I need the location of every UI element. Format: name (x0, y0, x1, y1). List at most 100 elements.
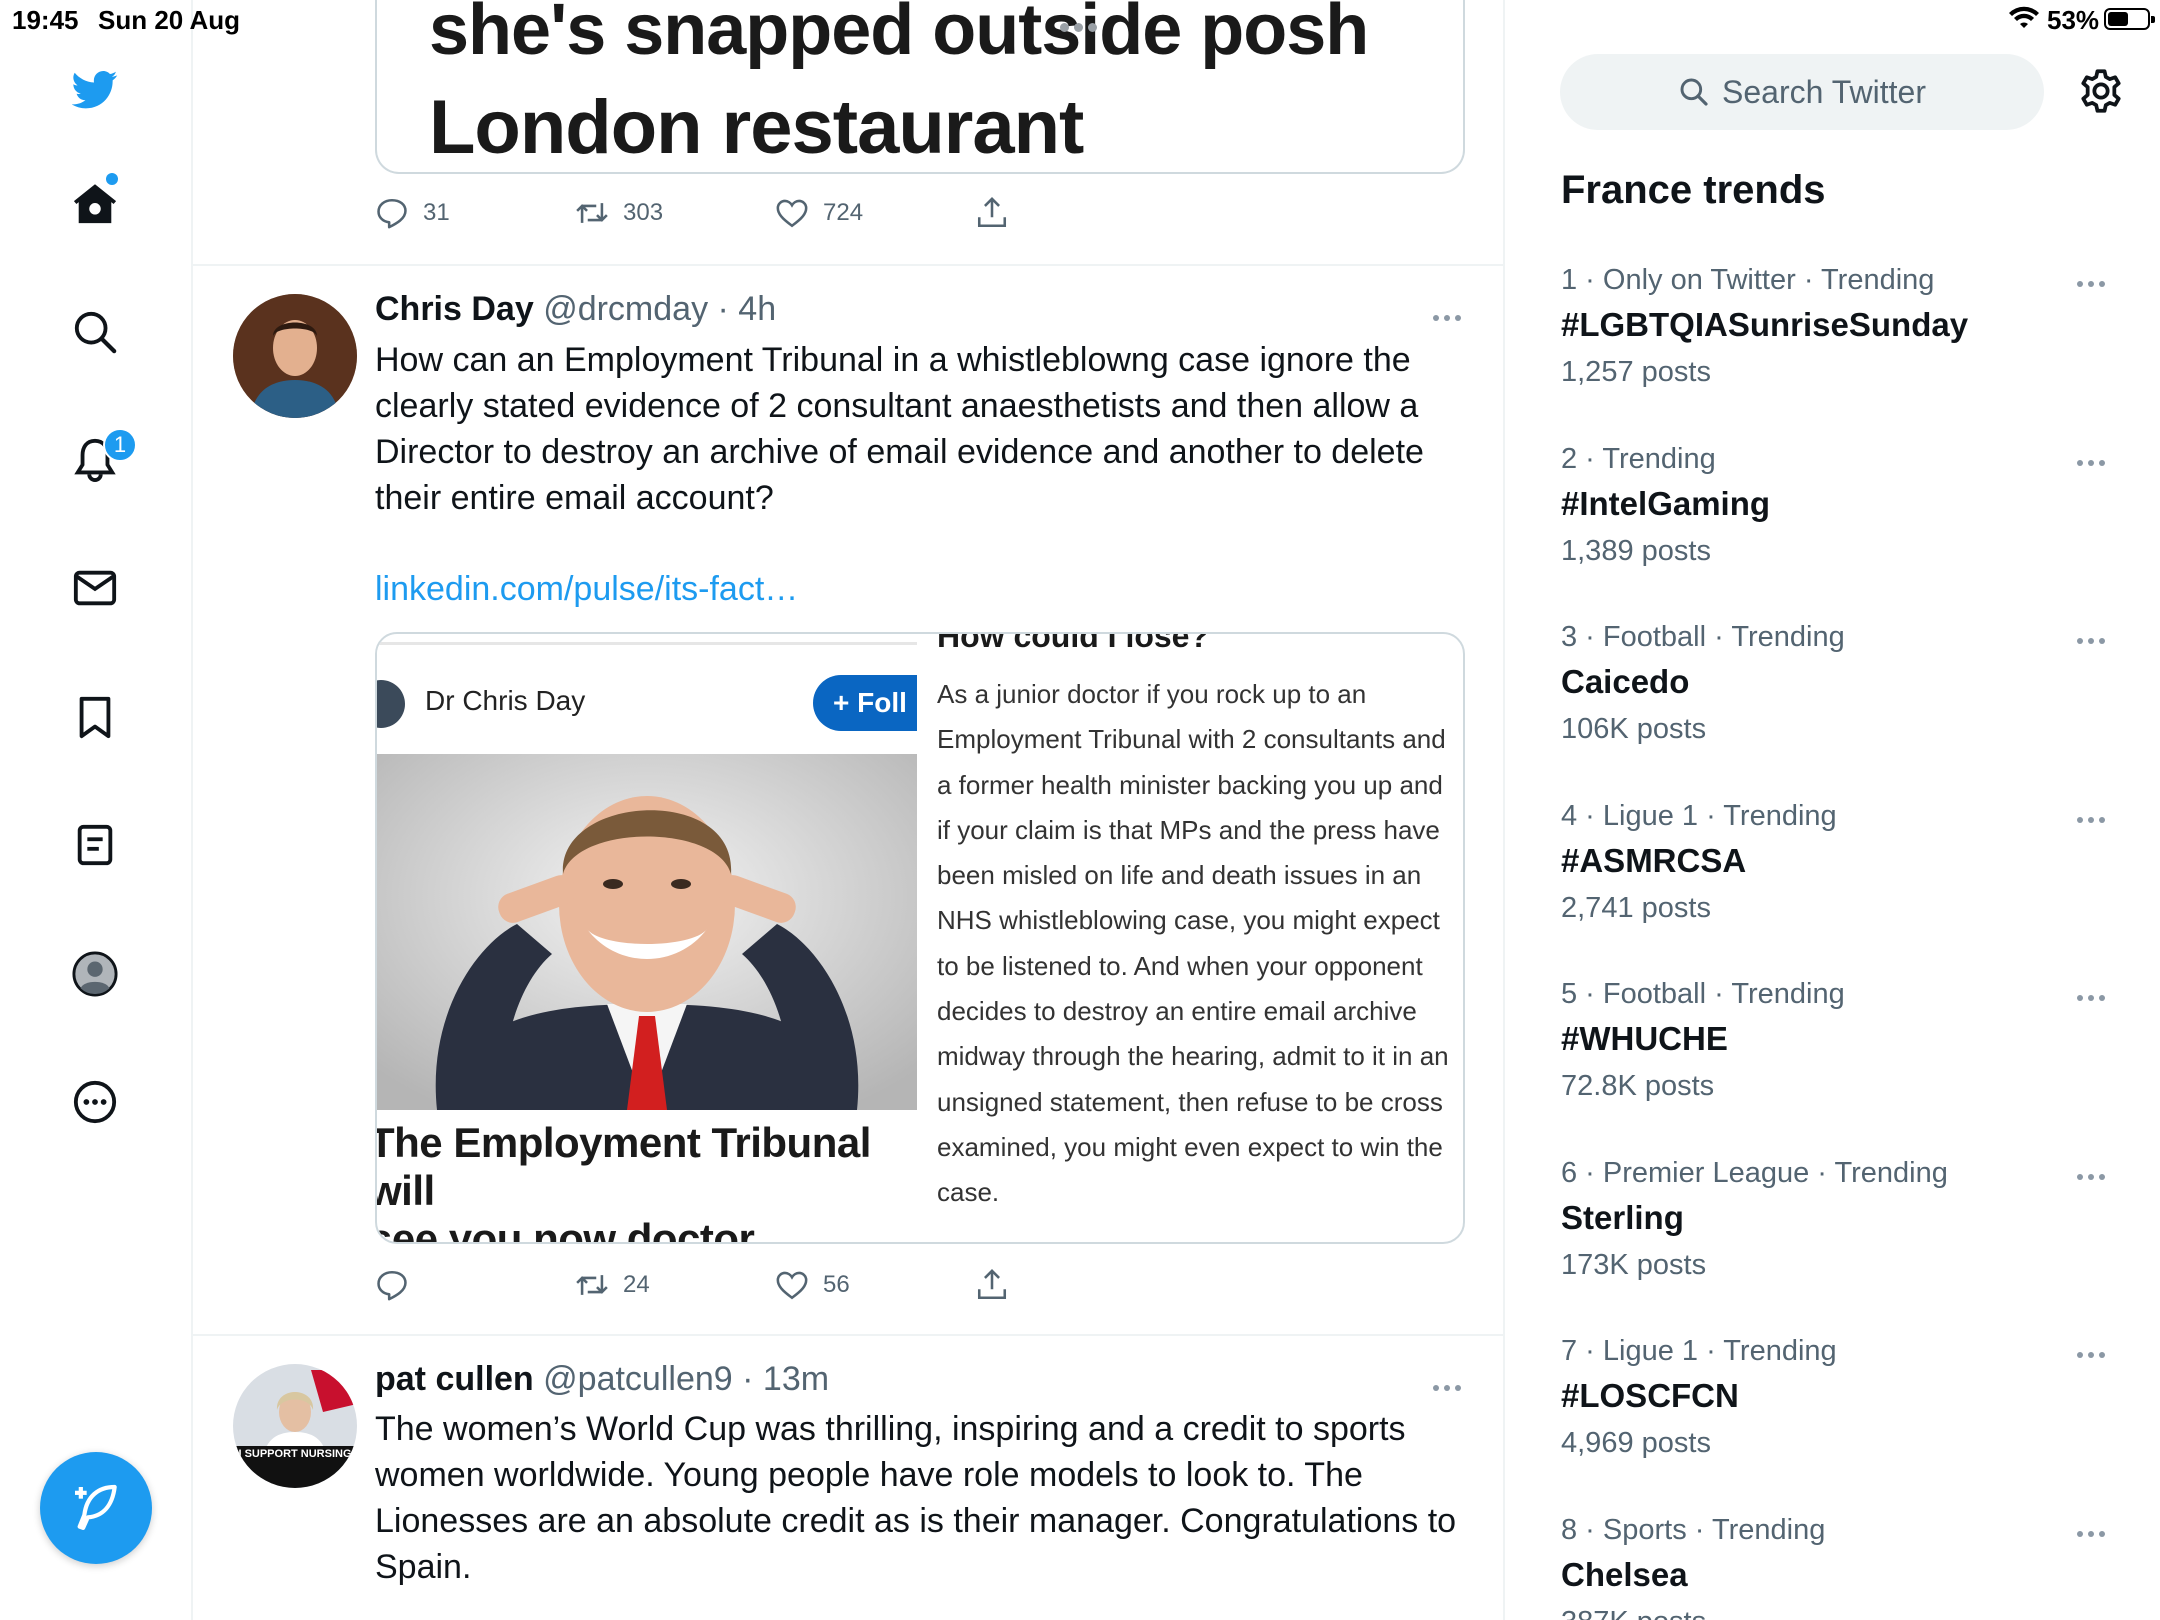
author-name[interactable]: Chris Day (375, 290, 534, 328)
like-count: 56 (823, 1271, 850, 1298)
retweet-icon (576, 203, 608, 223)
trend-item[interactable]: 1 · Only on Twitter · Trending #LGBTQIASu… (1561, 264, 2121, 434)
link-preview-card[interactable]: Dr Chris Day + Foll he Employment Tribun… (375, 632, 1465, 1244)
multitasking-handle[interactable] (1060, 8, 1106, 32)
trend-topic: #IntelGaming (1561, 484, 1771, 522)
trend-more-icon[interactable] (2077, 274, 2113, 287)
trend-topic: Chelsea (1561, 1555, 1688, 1593)
trend-meta: 8 · Sports · Trending (1561, 1513, 1826, 1546)
profile-icon[interactable] (66, 945, 124, 1003)
reply-button[interactable] (375, 1268, 409, 1302)
tweet-text: The women’s World Cup was thrilling, ins… (375, 1410, 1457, 1586)
share-icon (977, 1269, 1007, 1300)
trend-item[interactable]: 3 · Football · Trending Caicedo 106K posts (1561, 621, 2121, 791)
trend-meta: 2 · Trending (1561, 442, 1716, 475)
card-profile-row: Dr Chris Day + Foll (377, 642, 917, 762)
share-button[interactable] (975, 196, 1009, 230)
trend-more-icon[interactable] (2077, 1345, 2113, 1358)
mail-icon[interactable] (66, 559, 124, 617)
gear-icon (2081, 69, 2121, 113)
card-follow-button: + Foll (813, 675, 917, 731)
trend-item[interactable]: 2 · Trending #IntelGaming 1,389 posts (1561, 443, 2121, 613)
tweet-text: How can an Employment Tribunal in a whis… (375, 341, 1424, 517)
search-icon (1680, 78, 1708, 106)
home-unread-dot (106, 173, 118, 185)
trend-post-count: 2,741 posts (1561, 891, 1711, 924)
author-handle[interactable]: @patcullen9 (543, 1360, 733, 1398)
tweet-link[interactable]: linkedin.com/pulse/its-fact… (375, 570, 798, 609)
card-article-heading: How could I lose? (937, 634, 1210, 654)
settings-button[interactable] (2076, 66, 2126, 116)
avatar[interactable] (233, 294, 357, 418)
battery-percent: 53% (2047, 5, 2100, 35)
lists-icon[interactable] (66, 816, 124, 874)
trend-topic: #LGBTQIASunriseSunday (1561, 306, 1969, 343)
tweet-more-icon[interactable] (1433, 308, 1473, 328)
avatar[interactable]: I SUPPORT NURSING (233, 1364, 357, 1488)
trend-more-icon[interactable] (2077, 1167, 2113, 1180)
reply-count: 31 (423, 199, 450, 226)
like-button[interactable]: 56 (775, 1268, 850, 1302)
card-headline-line2: London restaurant (429, 85, 1084, 170)
more-icon[interactable] (66, 1073, 124, 1131)
compose-tweet-button[interactable] (40, 1452, 152, 1564)
trend-post-count: 387K posts (1561, 1606, 1706, 1620)
wifi-icon (2009, 6, 2039, 28)
divider (193, 1334, 1503, 1336)
trend-post-count: 1,389 posts (1561, 534, 1711, 567)
bookmark-icon[interactable] (66, 688, 124, 746)
card-article: How could I lose? As a junior doctor if … (917, 634, 1463, 1242)
trend-more-icon[interactable] (2077, 810, 2113, 823)
reply-icon (377, 198, 407, 229)
trend-more-icon[interactable] (2077, 1524, 2113, 1537)
author-name[interactable]: pat cullen (375, 1360, 534, 1398)
trends-title: France trends (1561, 168, 1826, 212)
reply-button[interactable]: 31 (375, 196, 450, 230)
trend-item[interactable]: 7 · Ligue 1 · Trending #LOSCFCN 4,969 post… (1561, 1335, 2121, 1505)
search-icon[interactable] (66, 303, 124, 361)
card-photo (377, 754, 917, 1110)
trend-meta: 7 · Ligue 1 · Trending (1561, 1335, 1837, 1367)
trend-topic: #LOSCFCN (1561, 1377, 1739, 1414)
card-caption-line1: The Employment Tribunal will (377, 1119, 871, 1214)
twitter-logo-icon[interactable] (66, 60, 124, 118)
trend-topic: Sterling (1561, 1198, 1684, 1236)
battery-icon (2104, 8, 2155, 30)
like-count: 724 (823, 199, 864, 226)
notifications-badge: 1 (103, 428, 137, 462)
tweet-time[interactable]: 13m (763, 1360, 829, 1398)
retweet-icon (576, 1275, 608, 1295)
trend-topic: #ASMRCSA (1561, 841, 1747, 879)
trend-more-icon[interactable] (2077, 453, 2113, 466)
trend-item[interactable]: 4 · Ligue 1 · Trending #ASMRCSA 2,741 post… (1561, 800, 2121, 970)
tweet-more-icon[interactable] (1433, 1378, 1473, 1398)
like-button[interactable]: 724 (775, 196, 863, 230)
trend-post-count: 173K posts (1561, 1248, 1707, 1281)
trend-meta: 3 · Football · Trending (1561, 621, 1845, 653)
trend-topic: #WHUCHE (1561, 1020, 1728, 1057)
trend-meta: 1 · Only on Twitter · Trending (1561, 264, 1935, 296)
heart-icon (776, 199, 808, 228)
share-icon (977, 197, 1007, 228)
trend-post-count: 72.8K posts (1561, 1070, 1715, 1102)
trend-item[interactable]: 6 · Premier League · Trending Sterling 173… (1561, 1157, 2121, 1327)
card-avatar (377, 680, 405, 728)
search-input[interactable]: Search Twitter (1560, 54, 2044, 130)
trend-post-count: 1,257 posts (1561, 356, 1711, 388)
status-date: Sun 20 Aug (98, 5, 241, 35)
author-handle[interactable]: @drcmday (543, 290, 708, 328)
trend-more-icon[interactable] (2077, 631, 2113, 644)
trend-more-icon[interactable] (2077, 988, 2113, 1001)
trend-post-count: 4,969 posts (1561, 1427, 1711, 1459)
trend-meta: 6 · Premier League · Trending (1561, 1156, 1948, 1189)
retweet-button[interactable]: 24 (575, 1268, 650, 1302)
trend-item[interactable]: 8 · Sports · Trending Chelsea 387K posts (1561, 1514, 2121, 1620)
search-placeholder: Search Twitter (1722, 73, 1926, 110)
share-button[interactable] (975, 1268, 1009, 1302)
card-profile-name: Dr Chris Day (425, 685, 586, 716)
retweet-button[interactable]: 303 (575, 196, 663, 230)
reply-icon (377, 1270, 407, 1301)
tweet-actions: 24 56 (375, 1268, 1075, 1308)
trend-item[interactable]: 5 · Football · Trending #WHUCHE 72.8K post… (1561, 978, 2121, 1148)
tweet-time[interactable]: 4h (738, 290, 776, 328)
